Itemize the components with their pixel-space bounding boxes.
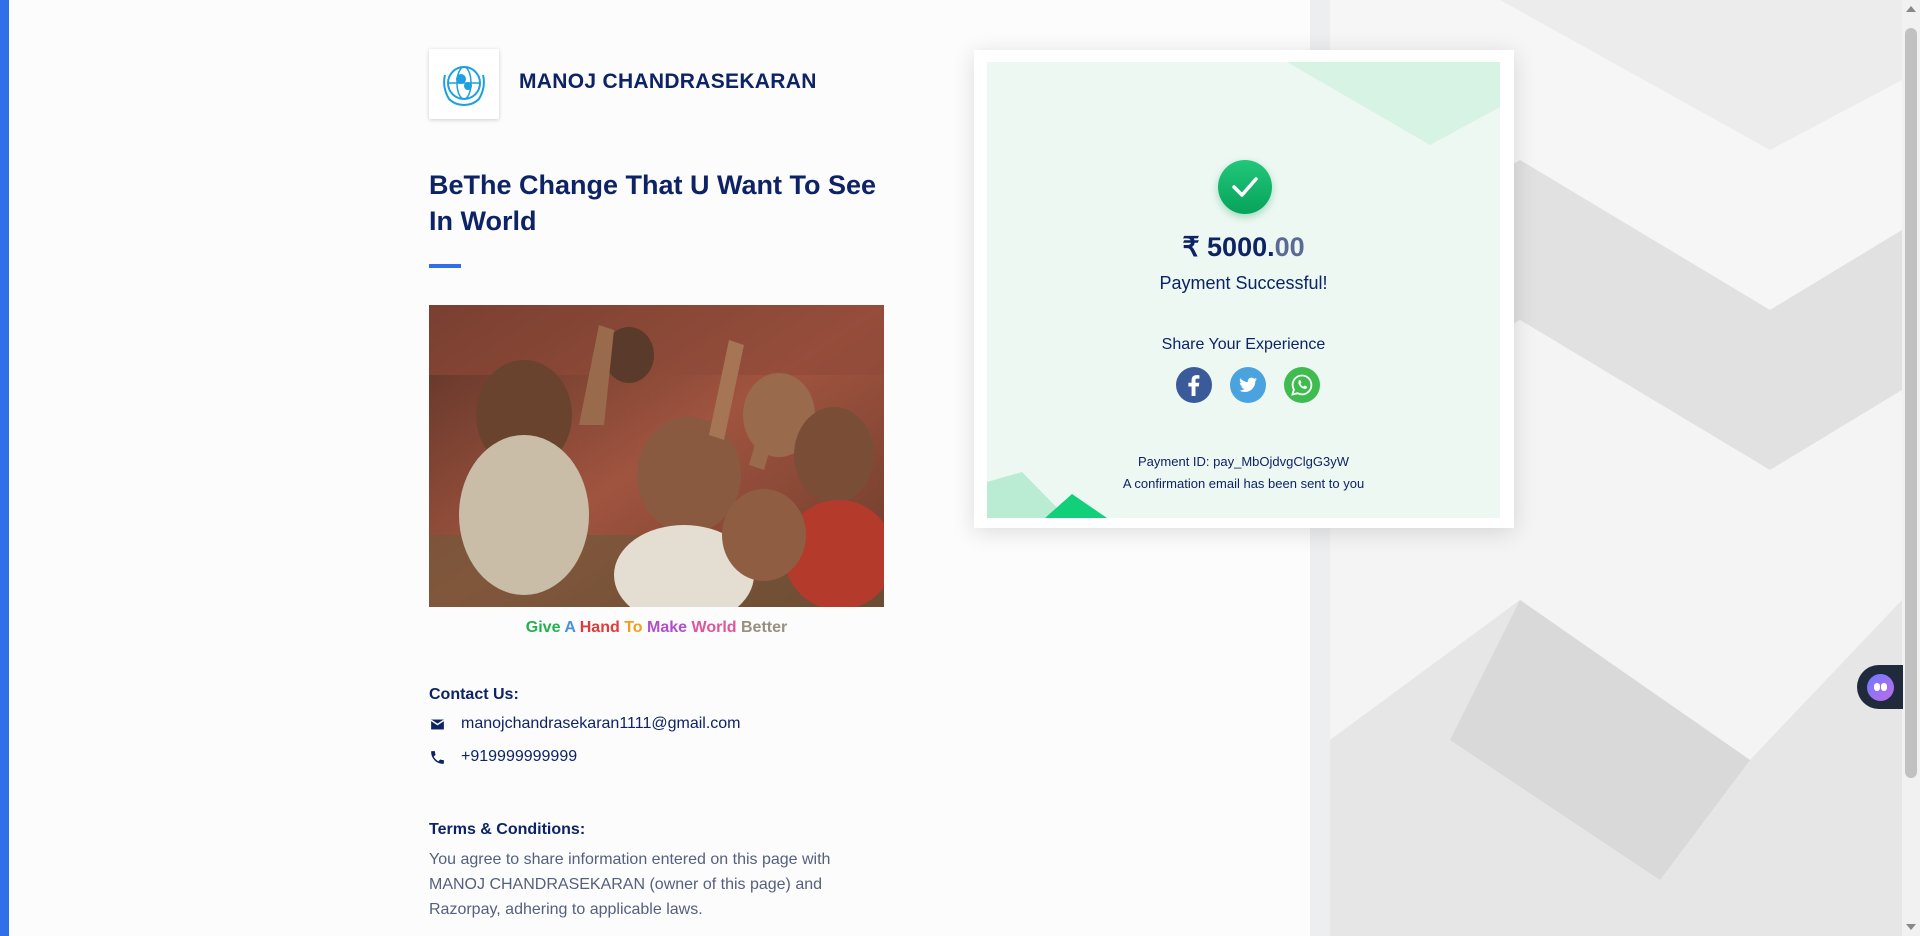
tagline-word: World	[691, 619, 737, 636]
chatbot-icon	[1867, 674, 1894, 701]
payment-id: Payment ID: pay_MbOjdvgClgG3yW	[1138, 454, 1349, 469]
title-underline	[429, 264, 461, 268]
contact-phone[interactable]: +919999999999	[461, 748, 577, 766]
tagline-word: Better	[740, 619, 788, 636]
payment-success-card: ₹ 5000.00 Payment Successful! Share Your…	[974, 50, 1514, 528]
twitter-icon	[1230, 367, 1266, 403]
scrollbar-thumb[interactable]	[1905, 28, 1917, 778]
contact-email-row[interactable]: manojchandrasekaran1111@gmail.com	[429, 714, 741, 734]
share-whatsapp-button[interactable]	[1284, 367, 1320, 403]
facebook-icon	[1176, 367, 1212, 403]
page-title: BeThe Change That U Want To See In World	[429, 170, 877, 236]
tagline-word: To	[624, 619, 643, 636]
share-label: Share Your Experience	[1161, 336, 1326, 353]
contact-phone-row[interactable]: +919999999999	[429, 747, 577, 767]
whatsapp-icon	[1284, 367, 1320, 403]
phone-icon	[431, 750, 444, 764]
amount-decimals: 00	[1274, 232, 1305, 262]
payment-status: Payment Successful!	[1159, 273, 1328, 293]
merchant-name: MANOJ CHANDRASEKARAN	[519, 70, 817, 93]
share-twitter-button[interactable]	[1230, 367, 1266, 403]
payment-success-panel: ₹ 5000.00 Payment Successful! Share Your…	[987, 62, 1500, 518]
tagline-word: Make	[647, 619, 688, 636]
merchant-logo	[429, 49, 499, 119]
contact-heading: Contact Us:	[429, 686, 519, 703]
hero-image	[429, 305, 884, 607]
currency-symbol: ₹	[1182, 232, 1200, 262]
left-accent-bar	[0, 0, 9, 936]
share-facebook-button[interactable]	[1176, 367, 1212, 403]
scroll-down-arrow-icon[interactable]	[1906, 924, 1916, 930]
unicef-logo-icon	[443, 66, 485, 106]
scroll-up-arrow-icon[interactable]	[1906, 6, 1916, 12]
confirmation-message: A confirmation email has been sent to yo…	[1122, 476, 1365, 491]
terms-text: You agree to share information entered o…	[429, 851, 831, 918]
tagline-word: Hand	[579, 619, 620, 636]
amount-whole: 5000.	[1199, 232, 1275, 262]
checkmark-icon	[1218, 160, 1272, 214]
tagline: Give A Hand To Make World Better	[429, 619, 884, 637]
tagline-word: Give	[525, 619, 561, 636]
chat-widget-button[interactable]	[1857, 665, 1903, 709]
contact-email[interactable]: manojchandrasekaran1111@gmail.com	[461, 715, 741, 733]
payment-amount: ₹ 5000.00	[987, 232, 1500, 263]
terms-heading: Terms & Conditions:	[429, 821, 586, 838]
tagline-word: A	[564, 619, 576, 636]
mail-icon	[430, 719, 445, 729]
scrollbar[interactable]	[1902, 0, 1920, 936]
